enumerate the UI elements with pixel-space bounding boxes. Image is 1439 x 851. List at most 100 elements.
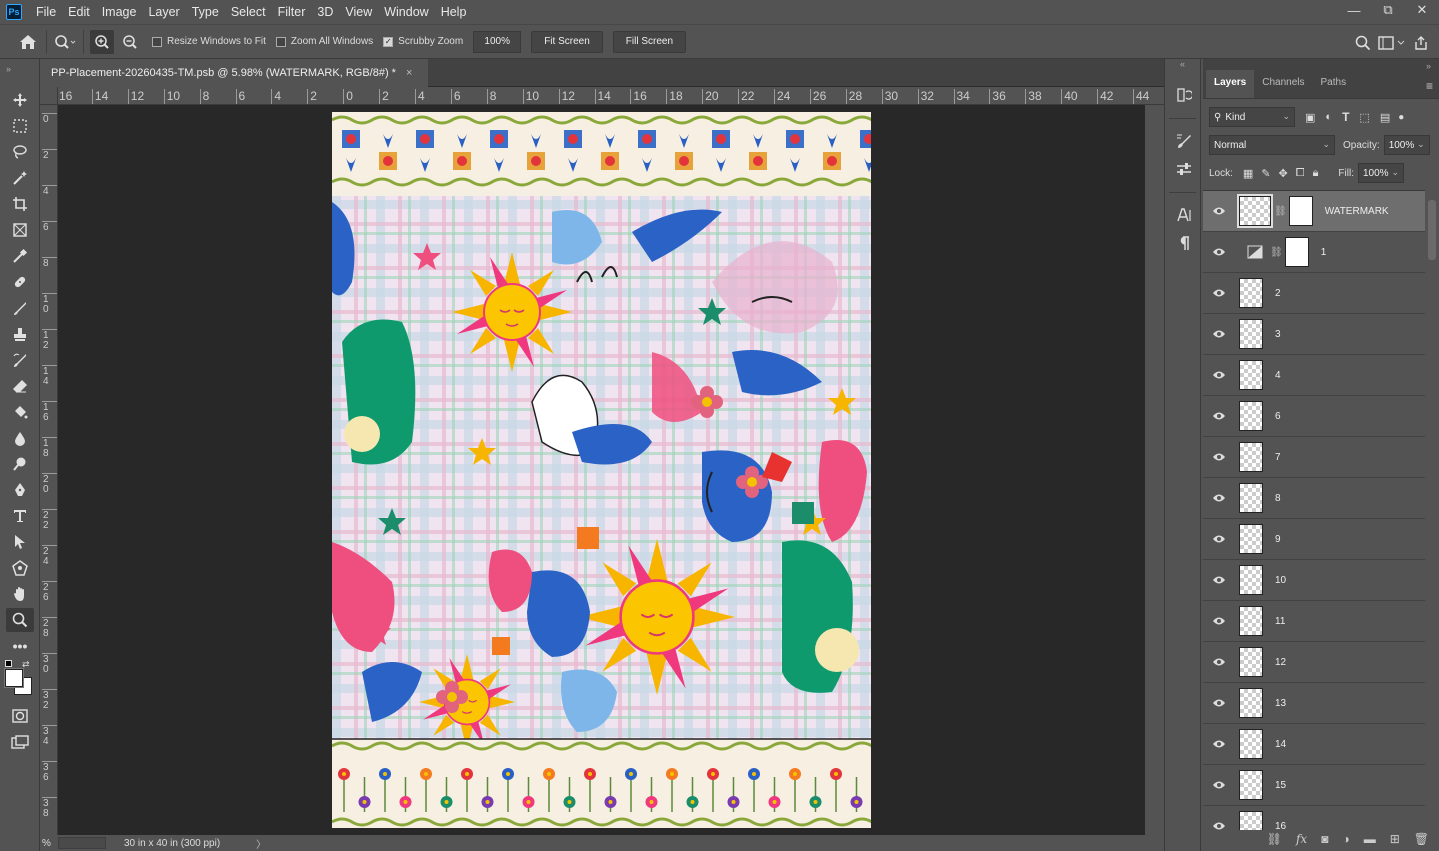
eye-icon[interactable] (1203, 370, 1235, 380)
menu-layer[interactable]: Layer (142, 0, 185, 24)
tab-channels[interactable]: Channels (1254, 70, 1312, 98)
eye-icon[interactable] (1203, 780, 1235, 790)
opacity-field[interactable]: 100% ⌄ (1383, 135, 1430, 155)
eye-icon[interactable] (1203, 616, 1235, 626)
history-brush-tool[interactable] (0, 347, 40, 373)
vertical-scrollbar[interactable] (1145, 105, 1164, 835)
layer-name[interactable]: 6 (1275, 411, 1281, 422)
layer-row[interactable]: 13 (1203, 683, 1425, 724)
tab-layers[interactable]: Layers (1206, 70, 1255, 98)
quick-mask-icon[interactable] (0, 703, 40, 729)
filter-kind-dropdown[interactable]: ⚲ Kind ⌄ (1209, 107, 1295, 127)
edit-toolbar-icon[interactable]: ••• (0, 633, 40, 659)
close-tab-icon[interactable]: × (406, 67, 412, 79)
layer-name[interactable]: 8 (1275, 493, 1281, 504)
pixel-filter-icon[interactable]: ▣ (1305, 111, 1315, 124)
history-panel-icon[interactable] (1165, 81, 1202, 109)
screen-mode-icon[interactable] (0, 729, 40, 755)
eraser-tool[interactable] (0, 373, 40, 399)
menu-edit[interactable]: Edit (62, 0, 96, 24)
menu-file[interactable]: File (30, 0, 62, 24)
new-layer-icon[interactable]: ⊞ (1390, 832, 1400, 846)
shape-tool[interactable] (0, 555, 40, 581)
zoom-out-icon[interactable] (118, 30, 142, 54)
layer-name[interactable]: 13 (1275, 698, 1286, 709)
foreground-color-swatch[interactable] (5, 669, 23, 687)
layer-row[interactable]: 9 (1203, 519, 1425, 560)
lock-all-icon[interactable]: 🔒︎ (1313, 167, 1319, 180)
minimize-button[interactable]: — (1337, 0, 1371, 20)
blur-tool[interactable] (0, 425, 40, 451)
scrubby-zoom-checkbox[interactable]: ✓ Scrubby Zoom (383, 36, 463, 47)
fill-field[interactable]: 100% ⌄ (1357, 163, 1404, 183)
menu-view[interactable]: View (339, 0, 378, 24)
layer-row[interactable]: 15 (1203, 765, 1425, 806)
layer-name[interactable]: 7 (1275, 452, 1281, 463)
share-icon[interactable] (1409, 31, 1433, 55)
smart-object-filter-icon[interactable]: ▤ (1380, 111, 1390, 124)
layer-row[interactable]: 12 (1203, 642, 1425, 683)
eye-icon[interactable] (1203, 329, 1235, 339)
layer-name[interactable]: 1 (1321, 247, 1327, 258)
eye-icon[interactable] (1203, 575, 1235, 585)
menu-select[interactable]: Select (225, 0, 272, 24)
eyedropper-tool[interactable] (0, 243, 40, 269)
layer-row[interactable]: 11 (1203, 601, 1425, 642)
brush-tool[interactable] (0, 295, 40, 321)
home-icon[interactable] (16, 30, 40, 54)
layer-row[interactable]: 3 (1203, 314, 1425, 355)
expand-toolbar-icon[interactable]: » (0, 59, 39, 79)
zoom-tool-preset-icon[interactable] (53, 30, 77, 54)
status-menu-arrow[interactable]: 〉 (256, 836, 266, 851)
zoom-in-icon[interactable] (90, 29, 114, 54)
eye-icon[interactable] (1203, 739, 1235, 749)
workspace-icon[interactable] (1375, 31, 1409, 55)
layers-scrollbar[interactable] (1425, 190, 1439, 830)
lock-position-icon[interactable]: ✥ (1279, 167, 1288, 180)
shape-filter-icon[interactable]: ⬚ (1359, 111, 1369, 124)
fx-icon[interactable]: fx (1296, 832, 1307, 846)
blend-mode-dropdown[interactable]: Normal ⌄ (1209, 135, 1335, 155)
eye-icon[interactable] (1203, 534, 1235, 544)
close-window-button[interactable]: ✕ (1405, 0, 1439, 20)
menu-3d[interactable]: 3D (311, 0, 339, 24)
dodge-tool[interactable] (0, 451, 40, 477)
layer-name[interactable]: 9 (1275, 534, 1281, 545)
layer-row[interactable]: 2 (1203, 273, 1425, 314)
status-zoom[interactable]: % (40, 838, 58, 849)
eye-icon[interactable] (1203, 698, 1235, 708)
adjustment-filter-icon[interactable]: ◐ (1325, 111, 1332, 123)
layer-name[interactable]: 4 (1275, 370, 1281, 381)
layer-row[interactable]: 4 (1203, 355, 1425, 396)
panel-menu-icon[interactable]: ≡ (1426, 79, 1433, 93)
layer-row[interactable]: 8 (1203, 478, 1425, 519)
zoom-all-windows-checkbox[interactable]: Zoom All Windows (275, 36, 373, 47)
magic-wand-tool[interactable] (0, 165, 40, 191)
restore-button[interactable]: ⧉ (1371, 0, 1405, 20)
vertical-ruler[interactable]: 0 2 4 6 8 10 12 14 16 18 20 22 24 26 28 30 32 34 36 38 (40, 105, 58, 835)
lock-pixels-icon[interactable]: ✎ (1261, 167, 1270, 180)
link-icon[interactable]: ⛓︎ (1270, 247, 1283, 258)
search-icon[interactable] (1351, 31, 1375, 55)
ruler-origin[interactable] (40, 87, 58, 105)
layer-name[interactable]: 3 (1275, 329, 1281, 340)
zoom-percent-button[interactable]: 100% (473, 30, 522, 53)
layer-name[interactable]: 12 (1275, 657, 1286, 668)
document-artwork[interactable] (332, 112, 871, 828)
type-tool[interactable] (0, 503, 40, 529)
menu-type[interactable]: Type (186, 0, 225, 24)
clone-stamp-tool[interactable] (0, 321, 40, 347)
eye-icon[interactable] (1203, 411, 1235, 421)
layer-row[interactable]: 6 (1203, 396, 1425, 437)
collapse-panel-icon[interactable]: » (1426, 61, 1431, 71)
add-mask-icon[interactable]: ◙ (1321, 832, 1328, 846)
character-panel-icon[interactable] (1165, 201, 1202, 229)
document-tab[interactable]: PP-Placement-20260435-TM.psb @ 5.98% (WA… (40, 59, 428, 87)
layer-row[interactable]: 14 (1203, 724, 1425, 765)
lasso-tool[interactable] (0, 139, 40, 165)
default-colors-icon[interactable] (5, 660, 12, 667)
layer-name[interactable]: 15 (1275, 780, 1286, 791)
layer-mask-thumbnail[interactable] (1288, 196, 1313, 226)
layer-name[interactable]: 11 (1275, 616, 1285, 627)
eye-icon[interactable] (1203, 452, 1235, 462)
